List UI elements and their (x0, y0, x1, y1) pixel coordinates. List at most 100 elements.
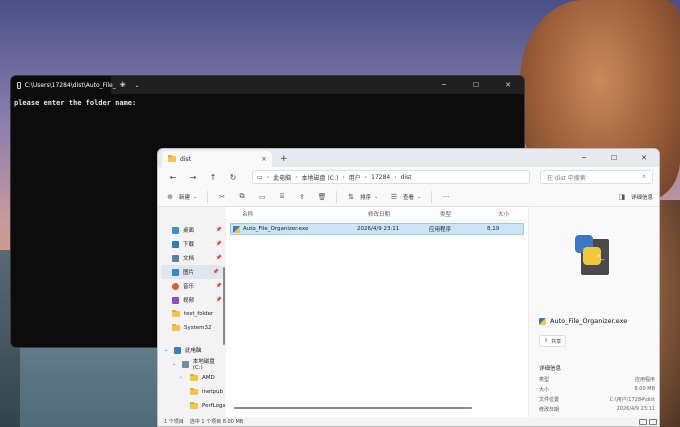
navigation-pane: 桌面 📌 下载 📌 文档 📌 图片 📌 音乐 📌 视频 📌 test_folde… (158, 207, 226, 420)
pin-icon: 📌 (215, 255, 222, 261)
details-row: 大小 8.00 MB (539, 386, 655, 393)
view-toggle (639, 418, 657, 425)
sidebar-item-label: System32 (184, 325, 212, 331)
sidebar-item-downloads[interactable]: 下载 📌 (158, 237, 226, 251)
sort-button[interactable]: ⇅ 排序 ⌄ (345, 193, 380, 201)
details-row-value: 2026/4/9 23:11 (616, 406, 655, 412)
breadcrumb[interactable]: ▭ › 此电脑 › 本地磁盘 (C:) › 用户 › 17284 › dist (252, 170, 530, 184)
column-header-type[interactable]: 类型 (440, 210, 498, 218)
breadcrumb-item[interactable]: dist (401, 174, 412, 181)
close-button[interactable]: ✕ (629, 154, 659, 162)
exe-file-icon (539, 317, 546, 325)
toolbar-divider (207, 190, 209, 203)
folder-icon (172, 310, 180, 317)
explorer-tab[interactable]: dist × (162, 151, 272, 167)
refresh-button[interactable]: ↻ (224, 173, 242, 182)
toolbar-divider (336, 190, 338, 203)
sort-icon: ⇅ (348, 192, 354, 201)
breadcrumb-item[interactable]: 用户 (349, 173, 361, 182)
music-icon (172, 282, 179, 290)
sidebar-item-test-folder[interactable]: test_folder (158, 307, 226, 321)
chevron-down-icon: ⌄ (193, 193, 198, 200)
column-header-size[interactable]: 大小 (498, 210, 509, 218)
new-button[interactable]: ⊕ 新建 ⌄ (164, 193, 199, 201)
delete-icon[interactable]: 🗑 (316, 193, 328, 201)
navigation-scrollbar[interactable] (223, 267, 225, 345)
sidebar-item-videos[interactable]: 视频 📌 (158, 293, 226, 307)
download-icon (172, 240, 179, 248)
view-button[interactable]: ☰ 查看 ⌄ (388, 193, 423, 201)
minimize-button[interactable]: ─ (569, 154, 599, 162)
sidebar-item-pictures[interactable]: 图片 📌 (161, 265, 223, 279)
pin-icon: 📌 (215, 297, 222, 303)
share-icon[interactable]: ⇪ (296, 193, 308, 201)
new-tab-button[interactable]: + (119, 80, 127, 90)
maximize-button[interactable]: ☐ (460, 81, 492, 89)
maximize-button[interactable]: ☐ (599, 154, 629, 162)
terminal-window-controls: ─ ☐ ✕ (428, 81, 524, 89)
share-button[interactable]: ⇪ 共享 (539, 335, 567, 347)
share-button-label: 共享 (551, 338, 562, 345)
sidebar-item-music[interactable]: 音乐 📌 (158, 279, 226, 293)
tiles-view-icon[interactable] (649, 418, 657, 425)
terminal-tab[interactable]: › C:\Users\17284\dist\Auto_File_ × (11, 76, 126, 94)
horizontal-scrollbar[interactable] (234, 407, 472, 409)
search-icon[interactable]: ⌕ (643, 173, 646, 181)
documents-icon (172, 254, 179, 262)
sidebar-item-system32[interactable]: System32 (158, 321, 226, 335)
item-count: 1 个项目 (164, 419, 184, 425)
close-button[interactable]: ✕ (492, 81, 524, 89)
chevron-down-icon[interactable]: ⌄ (164, 347, 170, 353)
rename-icon[interactable]: ⌸ (276, 192, 288, 201)
tree-item-amd[interactable]: › AMD (158, 371, 226, 385)
details-row-value: 应用程序 (634, 377, 655, 383)
breadcrumb-item[interactable]: 17284 (371, 174, 390, 181)
details-button[interactable]: ◨ 详细信息 (616, 193, 653, 201)
folder-icon (190, 388, 198, 395)
new-tab-button[interactable]: + (280, 154, 288, 164)
breadcrumb-item[interactable]: 本地磁盘 (C:) (302, 173, 339, 182)
details-row-label: 类型 (539, 377, 550, 383)
details-row-value: C:\用户\17284\dist (609, 397, 655, 403)
tree-item-label: 此电脑 (185, 348, 202, 354)
sidebar-item-desktop[interactable]: 桌面 📌 (158, 223, 226, 237)
details-row: 类型 应用程序 (539, 376, 655, 383)
file-name-cell: Auto_File_Organizer.exe (233, 225, 357, 233)
terminal-titlebar: › C:\Users\17284\dist\Auto_File_ × + ⌄ ─… (11, 76, 524, 94)
table-row[interactable]: Auto_File_Organizer.exe 2026/4/9 23:11 应… (230, 223, 524, 235)
up-button[interactable]: ↑ (204, 173, 222, 182)
back-button[interactable]: ← (164, 173, 182, 182)
sidebar-item-label: 视频 (183, 298, 195, 304)
chevron-right-icon[interactable]: › (180, 375, 186, 381)
close-tab-icon[interactable]: × (261, 155, 267, 163)
copy-icon[interactable]: ⧉ (236, 192, 248, 201)
monitor-icon: ▭ (257, 173, 263, 181)
tree-item-inetpub[interactable]: inetpub (158, 385, 226, 399)
tree-item-label: inetpub (202, 389, 224, 395)
file-name: Auto_File_Organizer.exe (243, 226, 309, 232)
terminal-output[interactable]: please enter the folder name: (11, 94, 524, 112)
drive-icon (181, 360, 189, 368)
sidebar-item-documents[interactable]: 文档 📌 (158, 251, 226, 265)
file-explorer-window: dist × + ─ ☐ ✕ ← → ↑ ↻ ▭ › 此电脑 › 本地磁盘 (C… (157, 148, 660, 427)
tree-item-this-pc[interactable]: ⌄ 此电脑 (158, 343, 226, 357)
folder-icon (172, 324, 180, 331)
column-header-modified[interactable]: 修改日期 (368, 210, 440, 218)
tree-item-perflogs[interactable]: PerfLogs (158, 399, 226, 413)
minimize-button[interactable]: ─ (428, 81, 460, 89)
chevron-down-icon[interactable]: ⌄ (135, 82, 140, 89)
pin-icon: 📌 (215, 241, 222, 247)
details-view-icon[interactable] (639, 418, 647, 425)
breadcrumb-item[interactable]: 此电脑 (273, 173, 291, 182)
folder-icon (190, 402, 198, 409)
tree-item-local-disk[interactable]: ⌄ 本地磁盘 (C:) (158, 357, 226, 371)
chevron-down-icon[interactable]: ⌄ (172, 361, 178, 367)
forward-button[interactable]: → (184, 173, 202, 182)
paste-icon[interactable]: ▭ (256, 193, 268, 201)
search-input[interactable]: 在 dist 中搜索 ⌕ (540, 170, 653, 184)
column-header-name[interactable]: 名称 (242, 210, 368, 218)
more-options-icon[interactable]: ··· (440, 193, 452, 201)
details-row: 修改日期 2026/4/9 23:11 (539, 406, 655, 413)
cut-icon[interactable]: ✂ (216, 193, 228, 201)
chevron-down-icon: ⌄ (374, 193, 379, 200)
